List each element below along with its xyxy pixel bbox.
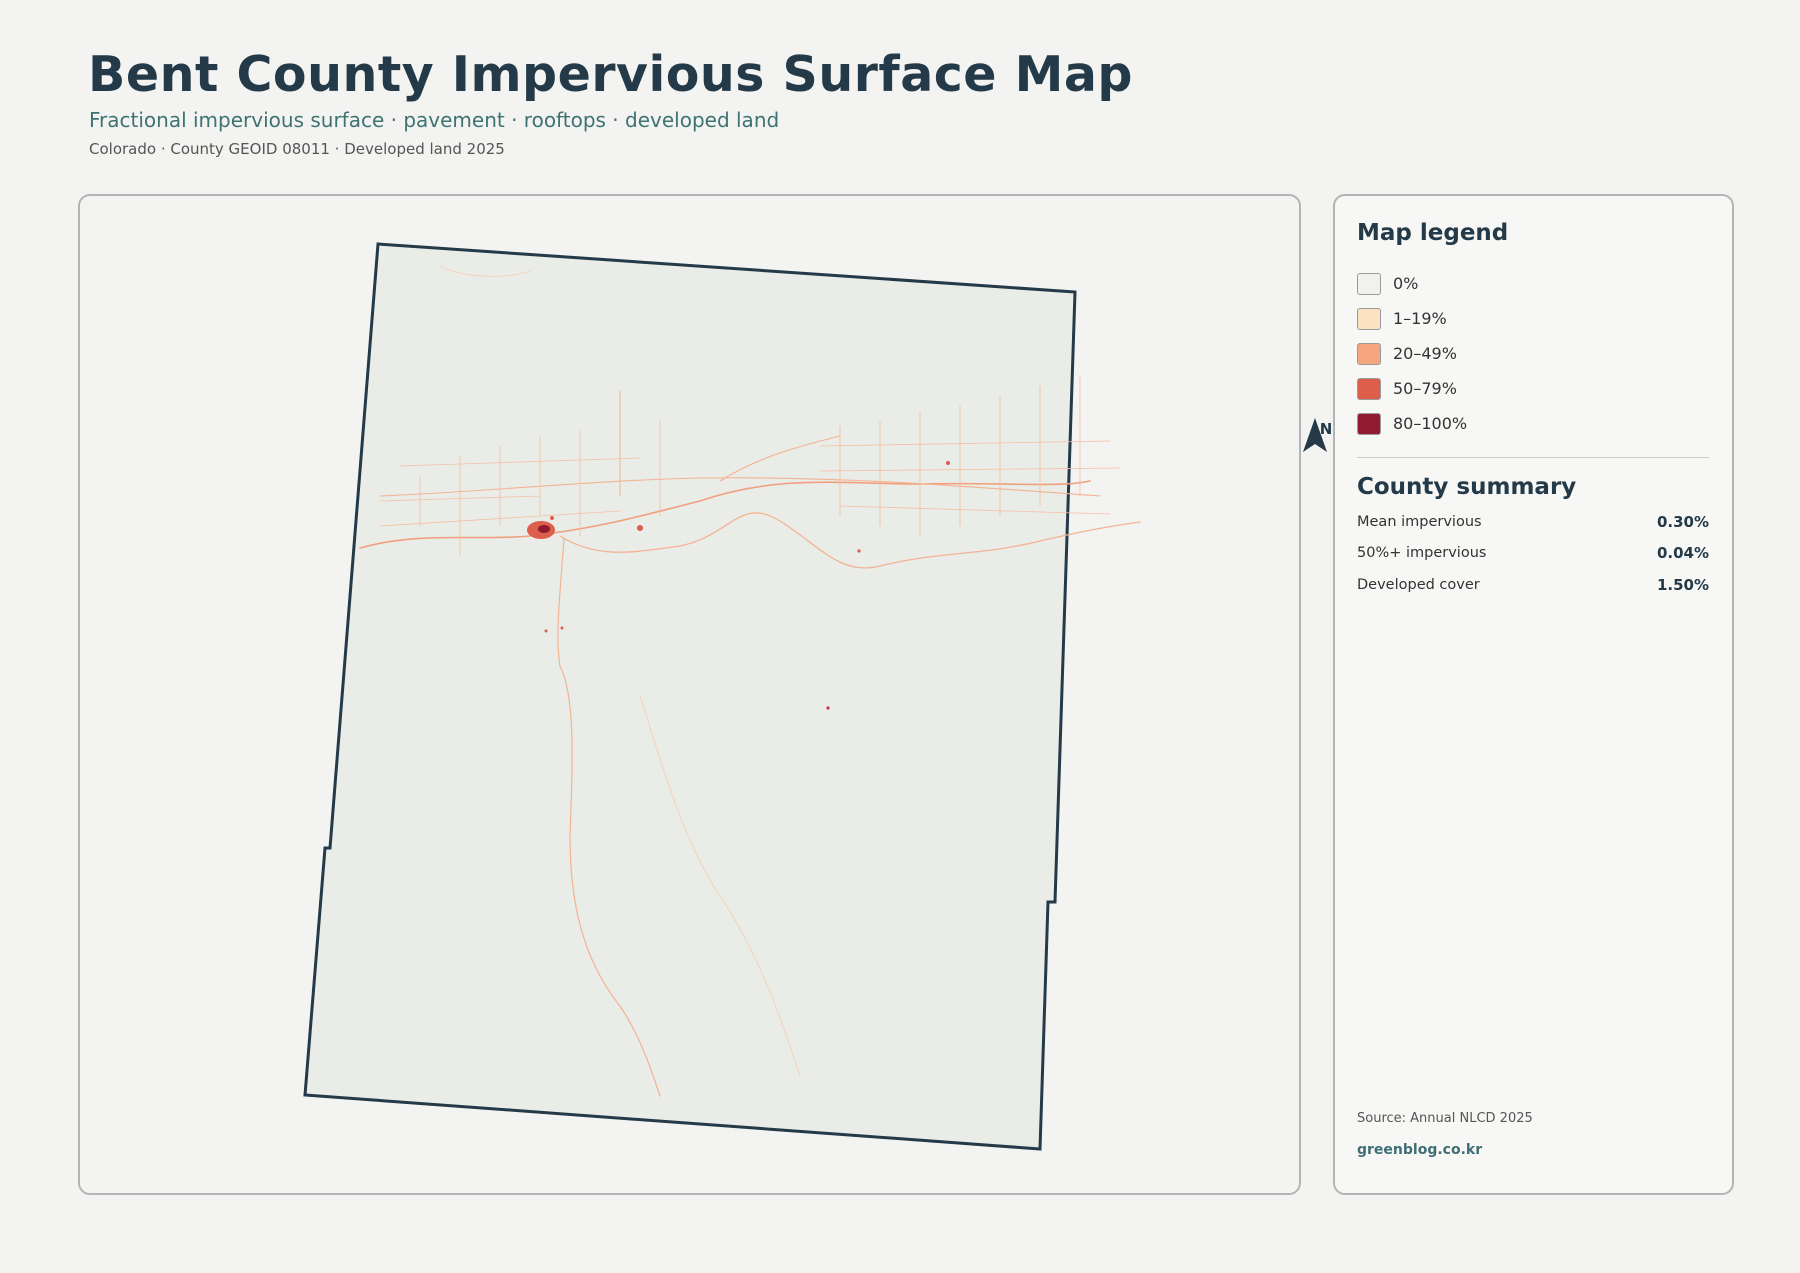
site-link[interactable]: greenblog.co.kr xyxy=(1357,1142,1482,1158)
legend-swatch xyxy=(1357,377,1381,400)
legend-swatch xyxy=(1357,342,1381,365)
stat-row: 50%+ impervious 0.04% xyxy=(1357,538,1709,570)
summary-title: County summary xyxy=(1357,474,1577,500)
legend-item: 80–100% xyxy=(1357,406,1467,441)
summary-stats: Mean impervious 0.30% 50%+ impervious 0.… xyxy=(1357,506,1709,601)
side-panel: Map legend 0% 1–19% 20–49% 50–79% 80–100… xyxy=(1333,194,1734,1195)
county-map[interactable] xyxy=(80,196,1303,1197)
stat-value: 1.50% xyxy=(1656,575,1709,594)
stat-label: Developed cover xyxy=(1357,576,1480,593)
legend-swatch xyxy=(1357,307,1381,330)
county-boundary[interactable] xyxy=(303,242,1077,1151)
legend-item: 1–19% xyxy=(1357,301,1467,336)
page-title: Bent County Impervious Surface Map xyxy=(88,46,1133,103)
page-meta: Colorado · County GEOID 08011 · Develope… xyxy=(89,140,505,158)
legend-item: 50–79% xyxy=(1357,371,1467,406)
stat-value: 0.30% xyxy=(1656,512,1709,531)
north-arrow-icon xyxy=(1303,418,1327,452)
legend-item: 0% xyxy=(1357,266,1467,301)
legend-title: Map legend xyxy=(1357,220,1509,246)
legend-label: 80–100% xyxy=(1393,414,1468,433)
stat-value: 0.04% xyxy=(1656,544,1709,563)
panel-divider xyxy=(1357,457,1709,458)
page-subtitle: Fractional impervious surface · pavement… xyxy=(89,108,780,132)
stat-label: 50%+ impervious xyxy=(1357,545,1487,562)
legend-list: 0% 1–19% 20–49% 50–79% 80–100% xyxy=(1357,266,1467,441)
legend-label: 1–19% xyxy=(1393,309,1447,328)
stat-row: Mean impervious 0.30% xyxy=(1357,506,1709,538)
stat-row: Developed cover 1.50% xyxy=(1357,569,1709,601)
legend-swatch xyxy=(1357,272,1381,295)
map-panel[interactable]: N xyxy=(78,194,1332,1197)
legend-item: 20–49% xyxy=(1357,336,1467,371)
legend-label: 50–79% xyxy=(1393,379,1457,398)
stat-label: Mean impervious xyxy=(1357,513,1482,530)
legend-swatch xyxy=(1357,412,1381,435)
source-note: Source: Annual NLCD 2025 xyxy=(1357,1111,1533,1126)
legend-label: 20–49% xyxy=(1393,344,1457,363)
legend-label: 0% xyxy=(1393,274,1419,293)
